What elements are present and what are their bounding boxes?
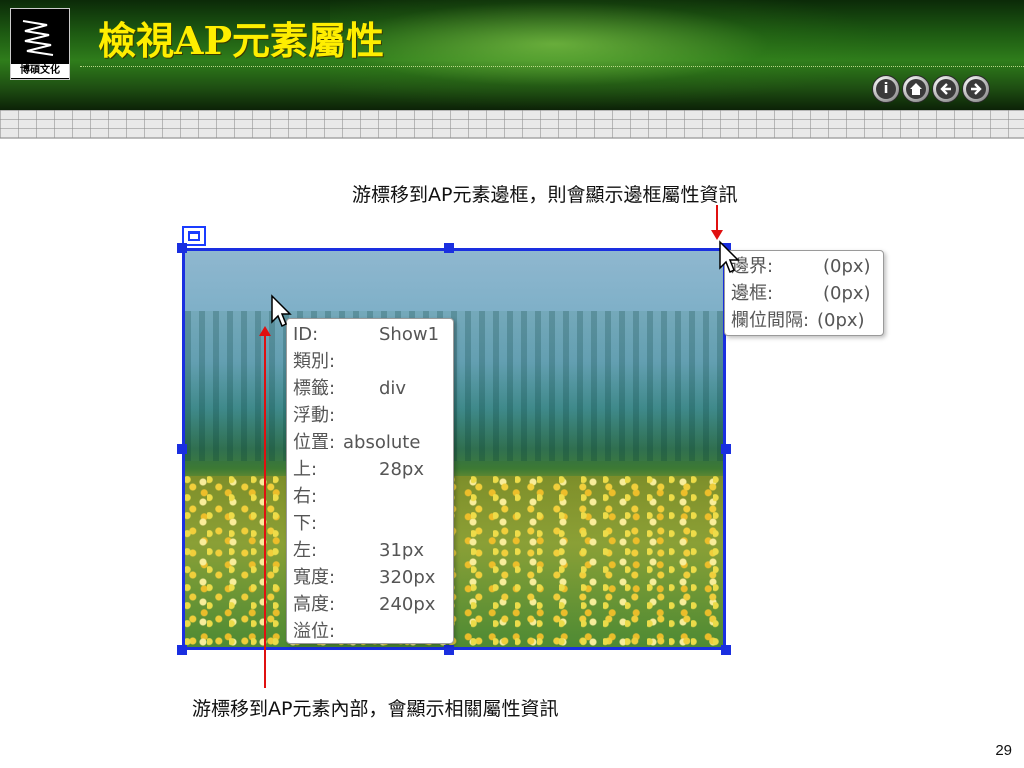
resize-handle-left[interactable] bbox=[177, 444, 187, 454]
tooltip-row: 上: 28px bbox=[293, 459, 424, 480]
tooltip-row: 邊框: (0px) bbox=[731, 283, 871, 304]
tooltip-row: 高度: 240px bbox=[293, 594, 436, 615]
mouse-pointer-icon bbox=[719, 240, 740, 274]
page-number: 29 bbox=[995, 742, 1012, 759]
back-arrow-icon bbox=[936, 79, 956, 99]
tooltip-row: 下: bbox=[293, 513, 318, 534]
header-divider bbox=[80, 66, 1024, 67]
tooltip-row: 邊界: (0px) bbox=[731, 256, 871, 277]
grid-strip bbox=[0, 110, 1024, 139]
mouse-pointer-icon bbox=[271, 294, 292, 328]
annotation-line-element bbox=[264, 332, 266, 688]
annotation-arrow-up-icon bbox=[259, 326, 271, 336]
tooltip-row: 左: 31px bbox=[293, 540, 424, 561]
tooltip-row: 類別: bbox=[293, 351, 336, 372]
tooltip-row: 欄位間隔: (0px) bbox=[731, 310, 865, 331]
info-icon: i bbox=[876, 79, 896, 99]
forward-arrow-icon bbox=[966, 79, 986, 99]
header-glow bbox=[330, 0, 890, 110]
caption-border-info: 游標移到AP元素邊框，則會顯示邊框屬性資訊 bbox=[352, 184, 738, 206]
resize-handle-top-left[interactable] bbox=[177, 243, 187, 253]
element-properties-tooltip: ID: Show1 類別: 標籤: div 浮動: 位置: absolute 上: 28… bbox=[286, 318, 454, 644]
logo-text: 博碩文化 bbox=[11, 64, 69, 78]
tooltip-row: 浮動: bbox=[293, 405, 336, 426]
border-properties-tooltip: 邊界: (0px) 邊框: (0px) 欄位間隔: (0px) bbox=[724, 250, 884, 336]
caption-element-info: 游標移到AP元素內部，會顯示相關屬性資訊 bbox=[192, 698, 559, 720]
logo-mark-icon bbox=[22, 20, 54, 56]
resize-handle-bottom[interactable] bbox=[444, 645, 454, 655]
tooltip-row: ID: Show1 bbox=[293, 324, 440, 345]
resize-handle-bottom-left[interactable] bbox=[177, 645, 187, 655]
home-icon bbox=[906, 79, 926, 99]
publisher-logo: 博碩文化 bbox=[10, 8, 70, 80]
resize-handle-top[interactable] bbox=[444, 243, 454, 253]
tooltip-row: 標籤: div bbox=[293, 378, 407, 399]
annotation-arrow-down-icon bbox=[711, 230, 723, 240]
info-button[interactable]: i bbox=[872, 75, 900, 103]
tooltip-row: 溢位: bbox=[293, 621, 336, 642]
resize-handle-right[interactable] bbox=[721, 444, 731, 454]
header-band: 博碩文化 檢視AP元素屬性 i bbox=[0, 0, 1024, 110]
back-button[interactable] bbox=[932, 75, 960, 103]
tooltip-row: 位置: absolute bbox=[293, 432, 421, 453]
tooltip-row: 寬度: 320px bbox=[293, 567, 436, 588]
forward-button[interactable] bbox=[962, 75, 990, 103]
tooltip-row: 右: bbox=[293, 486, 318, 507]
resize-handle-bottom-right[interactable] bbox=[721, 645, 731, 655]
slide-nav: i bbox=[872, 75, 990, 105]
page-title: 檢視AP元素屬性 bbox=[98, 18, 385, 63]
annotation-line-border bbox=[716, 205, 718, 233]
home-button[interactable] bbox=[902, 75, 930, 103]
